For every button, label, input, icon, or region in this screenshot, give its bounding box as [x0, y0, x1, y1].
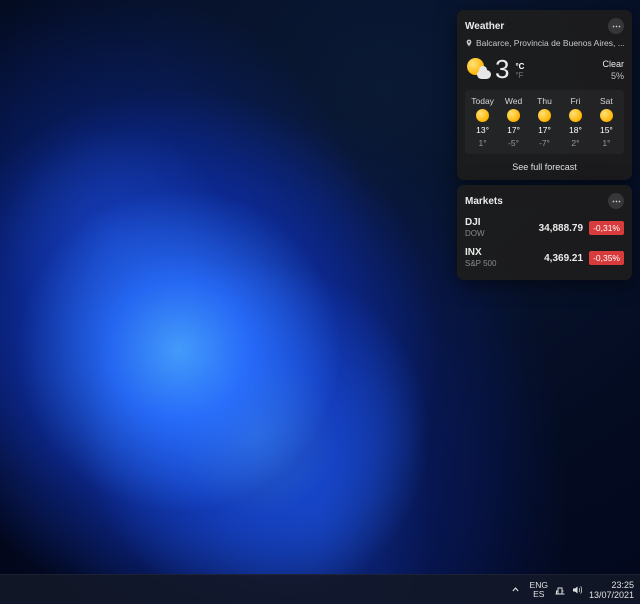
forecast-high: 15°: [600, 125, 613, 135]
sunny-icon: [538, 109, 551, 122]
market-row[interactable]: INX S&P 500 4,369.21 -0,35%: [465, 243, 624, 273]
language-secondary: ES: [530, 590, 548, 599]
forecast-day[interactable]: Sat 15° 1°: [593, 96, 620, 148]
sunny-icon: [569, 109, 582, 122]
weather-current: 3 °C °F Clear 5%: [465, 54, 624, 90]
market-symbol: INX: [465, 247, 496, 258]
clock-tray-button[interactable]: 23:25 13/07/2021: [589, 580, 634, 600]
forecast-day[interactable]: Today 13° 1°: [469, 96, 496, 148]
forecast-low: -7°: [539, 138, 550, 148]
weather-title: Weather: [465, 21, 504, 32]
forecast-low: -5°: [508, 138, 519, 148]
desktop[interactable]: Weather Balcarce, Provincia de Buenos Ai…: [0, 0, 640, 604]
market-symbol: DJI: [465, 217, 485, 228]
forecast-high: 13°: [476, 125, 489, 135]
chevron-up-icon: [511, 585, 520, 594]
current-temperature: 3: [495, 56, 509, 82]
forecast-low: 1°: [602, 138, 610, 148]
unit-fahrenheit[interactable]: °F: [515, 71, 524, 80]
sunny-icon: [507, 109, 520, 122]
more-icon: [612, 200, 621, 203]
weather-widget[interactable]: Weather Balcarce, Provincia de Buenos Ai…: [457, 10, 632, 180]
speaker-icon: [571, 584, 583, 596]
system-tray: [554, 584, 583, 596]
market-name: S&P 500: [465, 258, 496, 269]
forecast-day-label: Thu: [537, 96, 552, 106]
forecast-day-label: Fri: [570, 96, 580, 106]
forecast-high: 18°: [569, 125, 582, 135]
unit-toggle[interactable]: °C °F: [515, 62, 524, 80]
forecast-low: 1°: [479, 138, 487, 148]
forecast-day-label: Today: [471, 96, 494, 106]
forecast-row: Today 13° 1° Wed 17° -5° Thu 17° -7°: [465, 90, 624, 154]
tray-overflow-button[interactable]: [507, 581, 524, 598]
forecast-day-label: Wed: [505, 96, 522, 106]
weather-more-button[interactable]: [608, 18, 624, 34]
market-name: DOW: [465, 228, 485, 239]
taskbar-date: 13/07/2021: [589, 590, 634, 600]
network-icon: [554, 584, 566, 596]
market-change-badge: -0,35%: [589, 251, 624, 265]
market-change-badge: -0,31%: [589, 221, 624, 235]
current-condition: Clear: [602, 58, 624, 70]
forecast-low: 2°: [571, 138, 579, 148]
sunny-icon: [476, 109, 489, 122]
language-switcher[interactable]: ENG ES: [530, 581, 548, 599]
forecast-high: 17°: [538, 125, 551, 135]
volume-tray-button[interactable]: [571, 584, 583, 596]
see-full-forecast-link[interactable]: See full forecast: [465, 160, 624, 173]
weather-location-text: Balcarce, Provincia de Buenos Aires, ...: [476, 38, 624, 48]
forecast-day[interactable]: Fri 18° 2°: [562, 96, 589, 148]
taskbar: ENG ES 23:25 13/07/2021: [0, 574, 640, 604]
market-row[interactable]: DJI DOW 34,888.79 -0,31%: [465, 213, 624, 243]
widgets-panel: Weather Balcarce, Provincia de Buenos Ai…: [457, 10, 632, 280]
partly-cloudy-icon: [467, 58, 491, 80]
forecast-high: 17°: [507, 125, 520, 135]
location-pin-icon: [465, 39, 473, 47]
more-icon: [612, 25, 621, 28]
markets-title: Markets: [465, 196, 503, 207]
markets-more-button[interactable]: [608, 193, 624, 209]
market-price: 34,888.79: [539, 223, 584, 234]
markets-widget[interactable]: Markets DJI DOW 34,888.79 -0,31% INX: [457, 185, 632, 280]
network-tray-button[interactable]: [554, 584, 566, 596]
weather-location[interactable]: Balcarce, Provincia de Buenos Aires, ...: [465, 38, 624, 48]
forecast-day[interactable]: Wed 17° -5°: [500, 96, 527, 148]
unit-celsius[interactable]: °C: [515, 62, 524, 71]
forecast-day[interactable]: Thu 17° -7°: [531, 96, 558, 148]
forecast-day-label: Sat: [600, 96, 613, 106]
market-price: 4,369.21: [544, 253, 583, 264]
current-precip: 5%: [602, 70, 624, 82]
sunny-icon: [600, 109, 613, 122]
taskbar-time: 23:25: [589, 580, 634, 590]
